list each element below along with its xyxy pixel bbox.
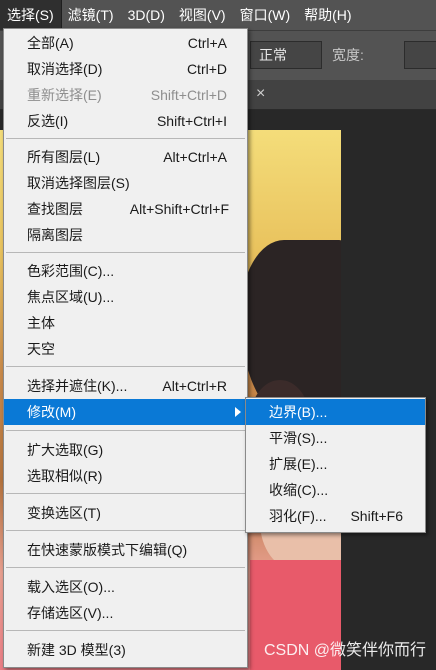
menu-separator (6, 252, 245, 253)
menu-item-find-layers[interactable]: 查找图层 Alt+Shift+Ctrl+F (4, 196, 247, 222)
menu-item-label: 反选(I) (27, 113, 69, 129)
menu-item-focus-area[interactable]: 焦点区域(U)... (4, 284, 247, 310)
menu-item-deselect-layers[interactable]: 取消选择图层(S) (4, 170, 247, 196)
menu-item-shortcut: Alt+Ctrl+R (162, 378, 227, 394)
menu-item-load-selection[interactable]: 载入选区(O)... (4, 574, 247, 600)
menu-item-label: 全部(A) (27, 35, 74, 51)
menu-item-quick-mask[interactable]: 在快速蒙版模式下编辑(Q) (4, 537, 247, 563)
submenu-item-label: 边界(B)... (269, 404, 328, 420)
menu-item-label: 天空 (27, 341, 55, 357)
submenu-item-expand[interactable]: 扩展(E)... (246, 451, 425, 477)
menu-3d[interactable]: 3D(D) (121, 0, 172, 30)
menu-separator (6, 530, 245, 531)
menu-item-shortcut: Alt+Ctrl+A (163, 149, 227, 165)
select-menu: 全部(A) Ctrl+A 取消选择(D) Ctrl+D 重新选择(E) Shif… (3, 28, 248, 668)
submenu-item-feather[interactable]: 羽化(F)... Shift+F6 (246, 503, 425, 529)
menu-item-label: 焦点区域(U)... (27, 289, 115, 305)
modify-submenu: 边界(B)... 平滑(S)... 扩展(E)... 收缩(C)... 羽化(F… (245, 397, 426, 533)
menu-select[interactable]: 选择(S) (0, 0, 62, 31)
menu-item-reselect: 重新选择(E) Shift+Ctrl+D (4, 82, 247, 108)
watermark-text: CSDN @微笑伴你而行 (263, 642, 426, 659)
menu-item-all[interactable]: 全部(A) Ctrl+A (4, 30, 247, 56)
menu-item-color-range[interactable]: 色彩范围(C)... (4, 258, 247, 284)
submenu-item-label: 扩展(E)... (269, 456, 328, 472)
submenu-item-shortcut: Shift+F6 (350, 508, 403, 524)
submenu-item-border[interactable]: 边界(B)... (246, 399, 425, 425)
menu-item-sky[interactable]: 天空 (4, 336, 247, 362)
submenu-arrow-icon (235, 407, 241, 417)
menu-item-shortcut: Shift+Ctrl+I (156, 113, 227, 129)
menu-item-label: 取消选择图层(S) (27, 175, 130, 191)
menu-separator (6, 430, 245, 431)
menu-item-inverse[interactable]: 反选(I) Shift+Ctrl+I (4, 108, 247, 134)
submenu-item-label: 收缩(C)... (269, 482, 329, 498)
menu-item-label: 变换选区(T) (27, 505, 101, 521)
style-select[interactable]: 正常 (250, 41, 322, 69)
menu-item-label: 色彩范围(C)... (27, 263, 115, 279)
menu-item-label: 所有图层(L) (27, 149, 101, 165)
menu-item-label: 存储选区(V)... (27, 605, 114, 621)
menu-item-label: 隔离图层 (27, 227, 83, 243)
menu-item-all-layers[interactable]: 所有图层(L) Alt+Ctrl+A (4, 144, 247, 170)
menu-window[interactable]: 窗口(W) (233, 0, 298, 30)
width-input[interactable] (404, 41, 436, 69)
menu-item-label: 在快速蒙版模式下编辑(Q) (27, 542, 188, 558)
menu-separator (6, 567, 245, 568)
menu-item-label: 扩大选取(G) (27, 442, 104, 458)
menu-item-isolate-layers[interactable]: 隔离图层 (4, 222, 247, 248)
menu-help[interactable]: 帮助(H) (297, 0, 358, 30)
menu-separator (6, 138, 245, 139)
menu-item-label: 查找图层 (27, 201, 83, 217)
menu-item-grow[interactable]: 扩大选取(G) (4, 437, 247, 463)
menu-item-shortcut: Alt+Shift+Ctrl+F (129, 201, 229, 217)
menu-item-modify[interactable]: 修改(M) (4, 399, 247, 425)
menu-item-subject[interactable]: 主体 (4, 310, 247, 336)
menu-item-label: 主体 (27, 315, 55, 331)
menu-item-select-and-mask[interactable]: 选择并遮住(K)... Alt+Ctrl+R (4, 373, 247, 399)
submenu-item-label: 羽化(F)... (269, 508, 327, 524)
menu-item-label: 修改(M) (27, 404, 76, 420)
menu-item-label: 载入选区(O)... (27, 579, 115, 595)
menu-item-label: 选择并遮住(K)... (27, 378, 128, 394)
menu-item-similar[interactable]: 选取相似(R) (4, 463, 247, 489)
menu-filter[interactable]: 滤镜(T) (61, 0, 121, 30)
menu-item-label: 新建 3D 模型(3) (27, 642, 126, 658)
width-label: 宽度: (332, 47, 364, 63)
menu-item-shortcut: Ctrl+A (187, 35, 227, 51)
menu-item-save-selection[interactable]: 存储选区(V)... (4, 600, 247, 626)
menu-item-deselect[interactable]: 取消选择(D) Ctrl+D (4, 56, 247, 82)
submenu-item-contract[interactable]: 收缩(C)... (246, 477, 425, 503)
menu-item-shortcut: Ctrl+D (186, 61, 227, 77)
menu-item-label: 重新选择(E) (27, 87, 102, 103)
close-tab-icon[interactable]: × (256, 85, 265, 103)
submenu-item-smooth[interactable]: 平滑(S)... (246, 425, 425, 451)
menu-view[interactable]: 视图(V) (172, 0, 233, 30)
menu-bar: 选择(S) 滤镜(T) 3D(D) 视图(V) 窗口(W) 帮助(H) (0, 0, 436, 31)
menu-item-shortcut: Shift+Ctrl+D (150, 87, 227, 103)
menu-item-label: 取消选择(D) (27, 61, 103, 77)
menu-separator (6, 630, 245, 631)
menu-item-new-3d-model[interactable]: 新建 3D 模型(3) (4, 637, 247, 663)
menu-item-transform-selection[interactable]: 变换选区(T) (4, 500, 247, 526)
submenu-item-label: 平滑(S)... (269, 430, 328, 446)
menu-separator (6, 366, 245, 367)
menu-item-label: 选取相似(R) (27, 468, 103, 484)
menu-separator (6, 493, 245, 494)
